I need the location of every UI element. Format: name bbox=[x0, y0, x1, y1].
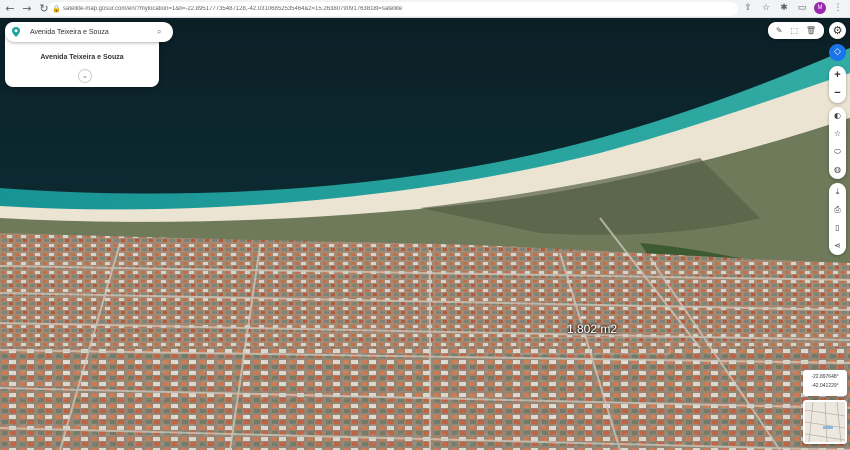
address-bar[interactable]: 🔒 satellite-map.gosur.com/en/?mylocation… bbox=[48, 2, 738, 16]
download-icon[interactable]: ⤓ bbox=[829, 183, 846, 201]
globe-icon[interactable]: ◍ bbox=[829, 161, 846, 179]
pencil-icon[interactable]: ✎ bbox=[776, 26, 783, 36]
search-bar[interactable]: Avenida Teixeira e Souza ⌕ bbox=[5, 22, 173, 42]
map-pin-icon bbox=[12, 27, 20, 37]
place-title: Avenida Teixeira e Souza bbox=[40, 54, 124, 61]
print-icon[interactable]: ⎙ bbox=[829, 201, 846, 219]
polygon-icon[interactable]: ⬚ bbox=[790, 26, 798, 36]
minimap[interactable] bbox=[803, 400, 847, 444]
zoom-out-button[interactable]: − bbox=[829, 84, 846, 102]
longitude-text: -42.041229° bbox=[811, 383, 839, 389]
view-controls: ◐ ☆ ⬭ ◍ bbox=[829, 107, 846, 179]
back-icon[interactable]: ← bbox=[3, 2, 17, 16]
coordinates-readout: -22.897648° -42.041229° bbox=[803, 370, 847, 396]
zoom-in-button[interactable]: + bbox=[829, 66, 846, 84]
search-input[interactable]: Avenida Teixeira e Souza bbox=[30, 29, 157, 36]
share-icon[interactable]: ⋖ bbox=[829, 237, 846, 255]
search-icon[interactable]: ⌕ bbox=[157, 27, 167, 37]
share-icon[interactable]: ⇪ bbox=[742, 2, 754, 14]
menu-icon[interactable]: ⋮ bbox=[832, 2, 844, 14]
zoom-controls: + − bbox=[829, 66, 846, 103]
mobile-icon[interactable]: ▯ bbox=[829, 219, 846, 237]
extensions-icon[interactable]: ✱ bbox=[778, 2, 790, 14]
compass-icon[interactable]: ◐ bbox=[829, 107, 846, 125]
lock-icon: 🔒 bbox=[52, 5, 61, 13]
layer-icon[interactable]: ⬭ bbox=[829, 143, 846, 161]
sidebar-icon[interactable]: ▭ bbox=[796, 2, 808, 14]
star-icon[interactable]: ☆ bbox=[760, 2, 772, 14]
forward-icon[interactable]: → bbox=[20, 2, 34, 16]
my-location-icon[interactable]: ◇ bbox=[829, 44, 846, 61]
star-icon[interactable]: ☆ bbox=[829, 125, 846, 143]
trash-icon[interactable]: 🗑 bbox=[806, 26, 816, 36]
area-measurement-label: 1.802 m2 bbox=[567, 322, 618, 336]
browser-toolbar: ← → ↻ 🔒 satellite-map.gosur.com/en/?mylo… bbox=[0, 0, 850, 18]
url-text: satellite-map.gosur.com/en/?mylocation=1… bbox=[63, 6, 403, 12]
profile-avatar[interactable]: M bbox=[814, 2, 826, 14]
export-controls: ⤓ ⎙ ▯ ⋖ bbox=[829, 183, 846, 255]
draw-toolbar: ✎ ⬚ 🗑 bbox=[768, 22, 824, 39]
latitude-text: -22.897648° bbox=[811, 374, 839, 380]
chevron-down-icon[interactable]: ⌄ bbox=[78, 69, 92, 83]
gear-icon[interactable]: ⚙ bbox=[829, 22, 846, 39]
